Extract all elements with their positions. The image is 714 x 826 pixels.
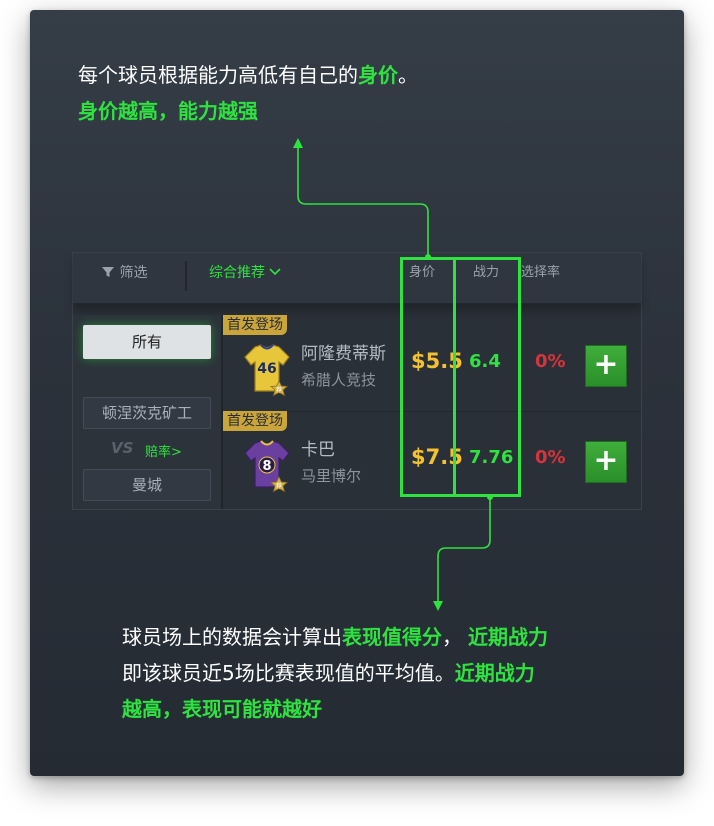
outro-highlight-power: 近期战力 [454, 661, 535, 685]
outro-text: 即该球员近5场比赛表现值的平均值。 [122, 661, 455, 685]
outro-line-1: 球员场上的数据会计算出表现值得分， 近期战力 [122, 622, 548, 652]
outro-highlight-score: 表现值得分 [342, 625, 442, 649]
outro-punct: ， [442, 625, 462, 649]
arrow-to-power-note [437, 497, 491, 604]
outro-text: 球员场上的数据会计算出 [122, 625, 342, 649]
outro-line-2: 即该球员近5场比赛表现值的平均值。近期战力 [122, 658, 535, 688]
annotation-arrows [293, 138, 493, 611]
outro-highlight-power: 近期战力 [468, 625, 548, 649]
arrow-to-price-note [297, 146, 429, 257]
outro-line-3: 越高，表现可能就越好 [122, 697, 322, 721]
